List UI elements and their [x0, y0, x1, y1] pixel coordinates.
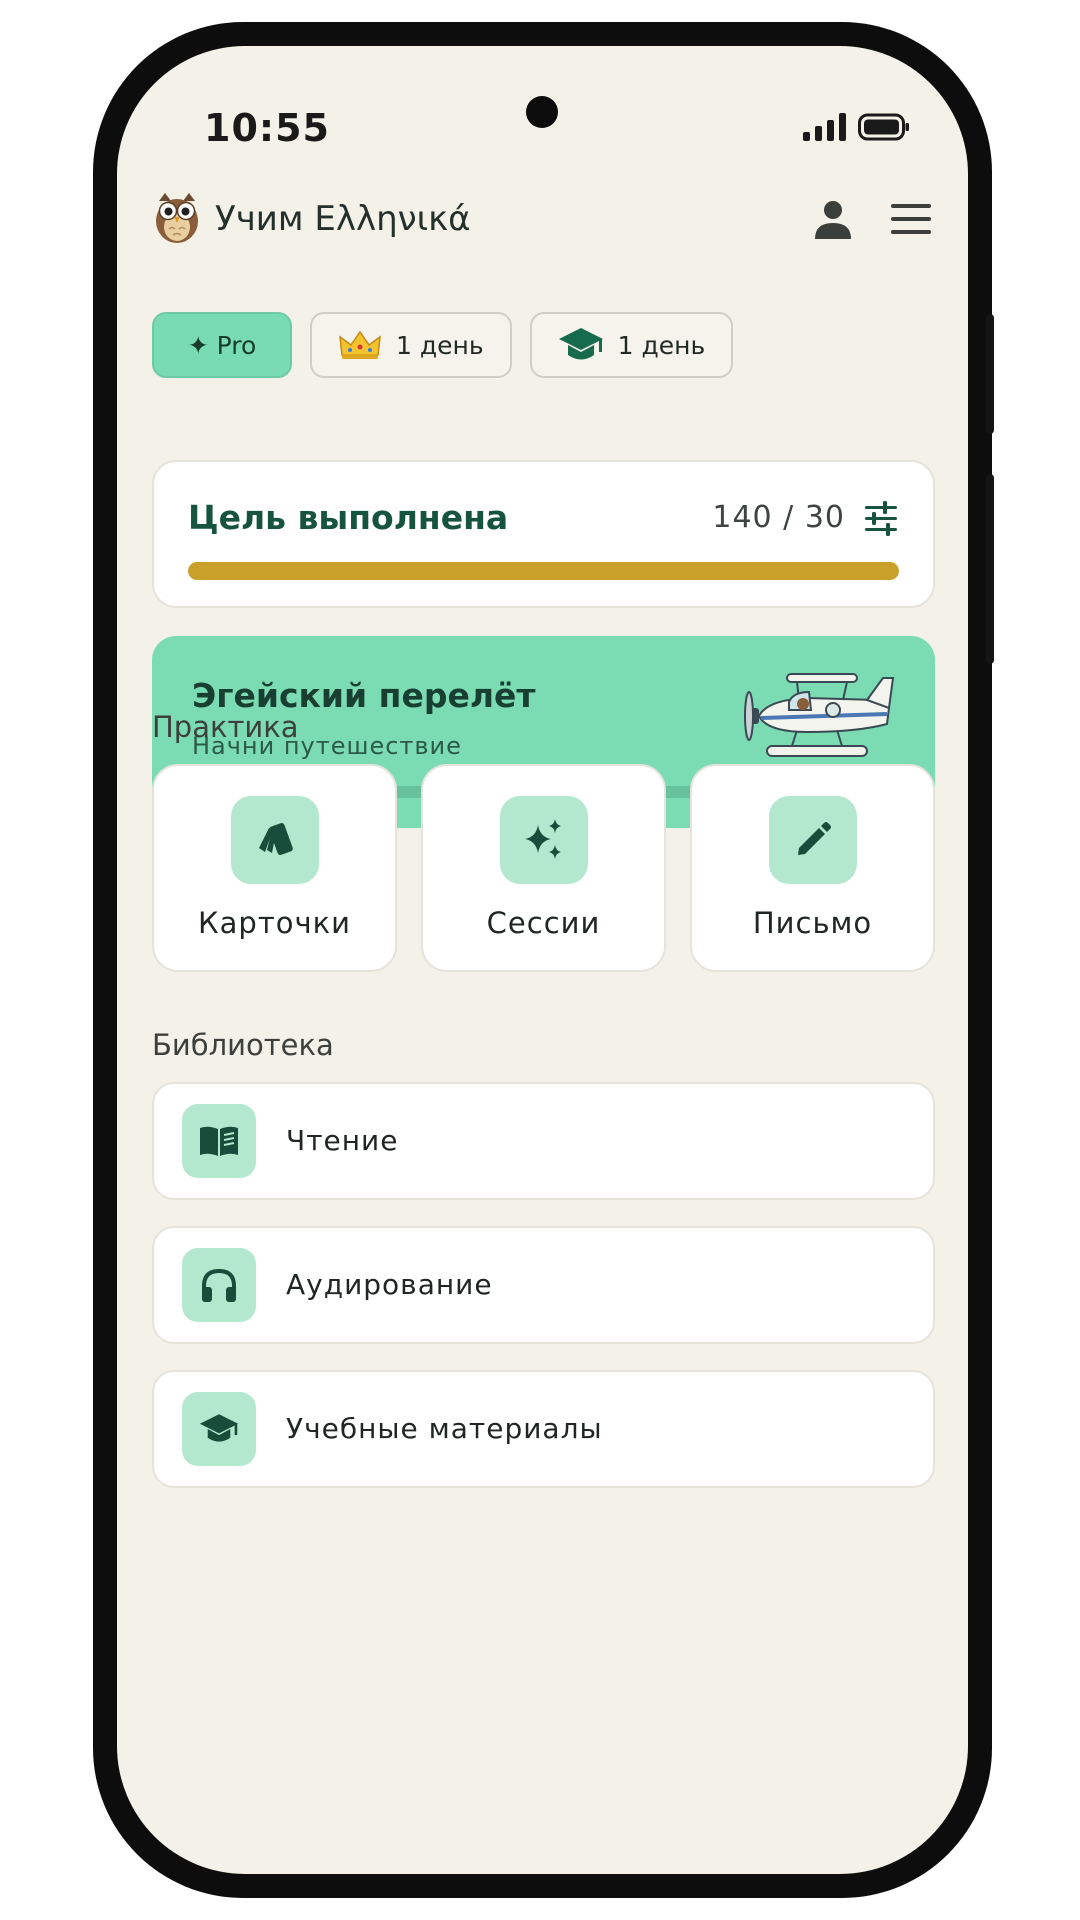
listening-label: Аудирование	[286, 1268, 493, 1301]
practice-section-label: Практика	[152, 710, 299, 744]
graduation-cap-icon	[558, 328, 603, 360]
sparkles-icon-badge	[500, 796, 588, 884]
status-icons	[802, 112, 910, 142]
reading-label: Чтение	[286, 1124, 399, 1157]
signal-icon	[803, 113, 846, 141]
status-time: 10:55	[204, 106, 330, 150]
pencil-icon	[798, 822, 831, 855]
side-button	[986, 314, 994, 434]
flashcards-label: Карточки	[198, 906, 351, 940]
app-header: Учим Ελληνικά	[153, 191, 933, 251]
sessions-tile[interactable]: Сессии	[421, 764, 666, 972]
phone-frame: 10:55 Учим Ελληνικά ✦ Pro 1 день 1 день …	[93, 22, 994, 1898]
graduation-cap-icon	[199, 1414, 239, 1442]
screen: 10:55 Учим Ελληνικά ✦ Pro 1 день 1 день …	[117, 46, 968, 1874]
status-chips: ✦ Pro 1 день 1 день	[152, 312, 734, 378]
pro-chip[interactable]: ✦ Pro	[152, 312, 292, 378]
flashcards-icon-badge	[231, 796, 319, 884]
seaplane-illustration-icon	[744, 673, 895, 757]
flashcards-icon	[259, 823, 293, 855]
book-icon	[200, 1126, 238, 1156]
pro-chip-label: ✦ Pro	[187, 330, 257, 360]
streak-chip[interactable]: 1 день	[310, 312, 512, 378]
owl-logo-icon	[156, 193, 198, 243]
pencil-icon-badge	[769, 796, 857, 884]
sparkles-icon	[525, 819, 561, 859]
library-item-materials[interactable]: Учебные материалы	[152, 1370, 935, 1488]
streak-chip-label: 1 день	[396, 330, 484, 360]
library-section-label: Библиотека	[152, 1028, 334, 1062]
study-chip[interactable]: 1 день	[529, 312, 734, 378]
materials-label: Учебные материалы	[286, 1412, 603, 1445]
flashcards-tile[interactable]: Карточки	[152, 764, 397, 972]
library-item-reading[interactable]: Чтение	[152, 1082, 935, 1200]
headphones-icon-badge	[182, 1248, 256, 1322]
menu-icon[interactable]	[889, 201, 933, 237]
battery-icon	[858, 113, 909, 141]
goal-count: 140 / 30	[712, 500, 845, 535]
daily-goal-card[interactable]: Цель выполнена 140 / 30	[152, 460, 935, 608]
study-chip-label: 1 день	[617, 330, 706, 360]
app-title: Учим Ελληνικά	[215, 199, 471, 239]
goal-progress-fill	[188, 562, 899, 580]
side-button	[986, 474, 994, 664]
sessions-label: Сессии	[486, 906, 601, 940]
front-camera	[526, 96, 558, 128]
writing-label: Письмо	[752, 906, 873, 940]
practice-tiles: Карточки Сессии Письмо	[152, 764, 935, 972]
sliders-icon[interactable]	[863, 500, 899, 536]
headphones-icon	[202, 1268, 236, 1302]
library-item-listening[interactable]: Аудирование	[152, 1226, 935, 1344]
goal-progress-bar	[188, 562, 899, 580]
writing-tile[interactable]: Письмо	[690, 764, 935, 972]
profile-icon[interactable]	[811, 197, 855, 241]
graduation-cap-icon-badge	[182, 1392, 256, 1466]
crown-icon	[339, 330, 381, 359]
goal-title: Цель выполнена	[188, 498, 509, 537]
book-icon-badge	[182, 1104, 256, 1178]
